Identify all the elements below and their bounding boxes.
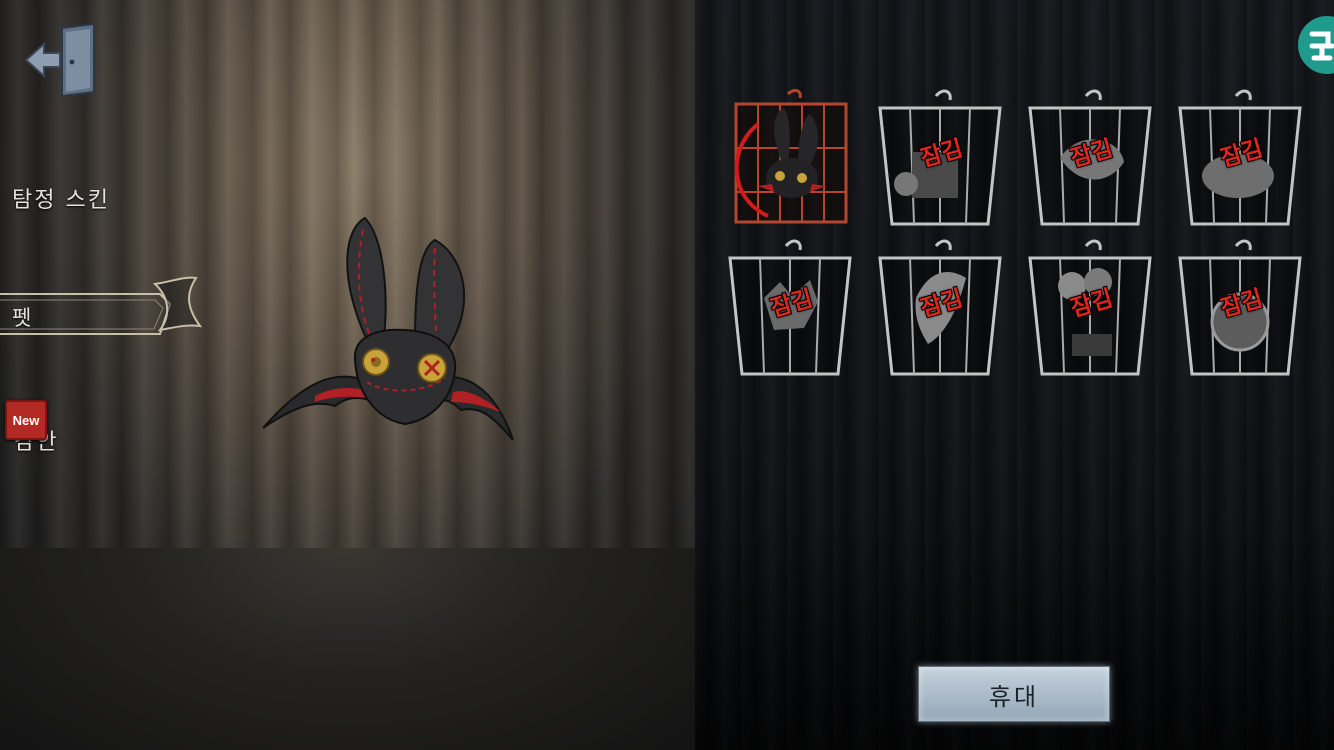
- cage-slot-5[interactable]: 잠김: [720, 238, 860, 388]
- exit-door-icon: [24, 22, 95, 98]
- menu-item-pet-label: 펫: [12, 306, 34, 330]
- cage-slot-1[interactable]: [728, 88, 868, 238]
- menu-item-detective-skin[interactable]: 탐정 스킨: [12, 182, 110, 214]
- carry-button[interactable]: 휴대: [918, 666, 1110, 722]
- stage-floor: [0, 548, 695, 750]
- cage-slot-7[interactable]: 잠김: [1020, 238, 1160, 388]
- cage-selected-bat-icon: [734, 89, 848, 224]
- cage-slot-4[interactable]: 잠김: [1170, 88, 1310, 238]
- cage-slot-6[interactable]: 잠김: [870, 238, 1010, 388]
- new-badge: New: [5, 400, 47, 440]
- pet-model-bat-doll[interactable]: [255, 210, 525, 450]
- exit-button[interactable]: [22, 22, 98, 98]
- cage-slot-8[interactable]: 잠김: [1170, 238, 1310, 388]
- cage-slot-2[interactable]: 잠김: [870, 88, 1010, 238]
- cage-slot-3[interactable]: 잠김: [1020, 88, 1160, 238]
